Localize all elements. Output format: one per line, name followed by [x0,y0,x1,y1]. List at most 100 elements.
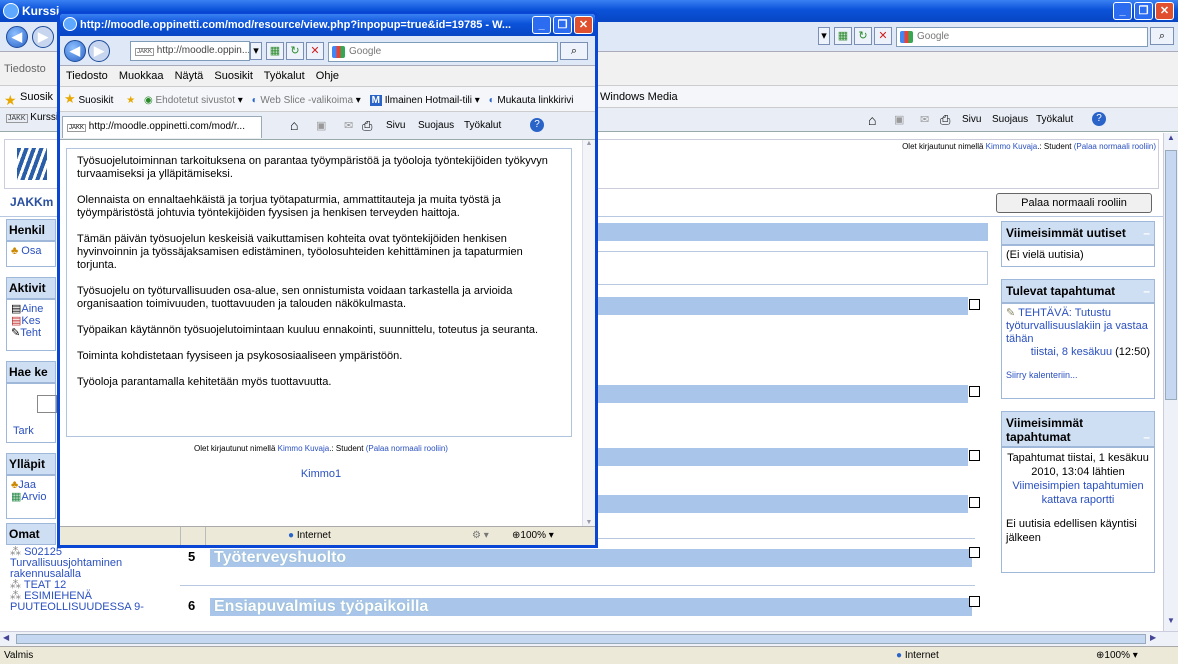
back-icon[interactable]: ◀ [64,40,86,62]
forum-search-input[interactable] [37,395,57,413]
forward-icon[interactable]: ▶ [88,40,110,62]
mail-icon[interactable]: ✉ [920,113,929,126]
protected-mode-icon[interactable]: ⚙ ▾ [472,527,489,545]
print-icon[interactable]: ⎙ [362,118,372,134]
section-checkbox[interactable] [969,497,980,508]
section-checkbox[interactable] [969,386,980,397]
course-item[interactable]: ⁂ S02125 Turvallisuusjohtaminen rakennus… [10,547,172,580]
safety-menu[interactable]: Suojaus [418,120,454,131]
page-menu[interactable]: Sivu [386,120,405,131]
advanced-search-link[interactable]: Tark [11,425,51,437]
feeds-icon[interactable]: ▣ [894,113,904,126]
compatibility-icon[interactable]: ▦ [834,27,852,45]
menu-help[interactable]: Ohje [316,70,339,82]
horizontal-scrollbar[interactable]: ◀ ▶ [0,631,1178,646]
popup-vertical-scrollbar[interactable]: ▲ ▼ [582,140,595,526]
hotmail-link[interactable]: Ilmainen Hotmail-tili [385,95,472,106]
maximize-button[interactable]: ❐ [1134,2,1153,20]
menu-view[interactable]: Näytä [175,70,204,82]
recent-report-link[interactable]: Viimeisimpien tapahtumien kattava raport… [1006,479,1150,507]
scroll-down-icon[interactable]: ▼ [1164,616,1178,631]
menu-file[interactable]: Tiedosto [66,70,108,82]
scroll-thumb[interactable] [16,634,1146,644]
tools-menu[interactable]: Työkalut [464,120,501,131]
collapse-icon[interactable]: – [1143,284,1150,298]
footer-course-link[interactable]: Kimmo1 [60,468,582,480]
compatibility-icon[interactable]: ▦ [266,42,284,60]
participants-link[interactable]: Osa [21,245,41,257]
address-dropdown-icon[interactable]: ▾ [250,42,262,60]
background-search-input[interactable]: Google [896,27,1148,47]
minimize-button[interactable]: _ [1113,2,1132,20]
menu-file[interactable]: Tiedosto [4,63,46,75]
stop-icon[interactable]: ✕ [874,27,892,45]
scroll-up-icon[interactable]: ▲ [1164,133,1178,148]
close-button[interactable]: ✕ [1155,2,1174,20]
popup-minimize-button[interactable]: _ [532,16,551,34]
admin-item[interactable]: ▦Arvio [11,491,51,503]
safety-menu[interactable]: Suojaus [992,114,1028,125]
home-icon[interactable]: ⌂ [290,117,298,133]
forward-icon[interactable]: ▶ [32,26,54,48]
feeds-icon[interactable]: ▣ [316,119,326,132]
menu-edit[interactable]: Muokkaa [119,70,164,82]
favorites-button[interactable]: Suosik [20,86,53,108]
refresh-icon[interactable]: ↻ [286,42,304,60]
customize-links[interactable]: Mukauta linkkirivi [497,95,573,106]
scroll-down-icon[interactable]: ▼ [583,519,595,526]
event-date[interactable]: tiistai, 8 kesäkuu [1031,346,1112,358]
section-checkbox[interactable] [969,299,980,310]
search-icon[interactable]: ⌕ [1150,27,1174,45]
return-role-button[interactable]: Palaa normaali rooliin [996,193,1152,213]
popup-search-input[interactable]: Google [328,42,558,62]
help-icon[interactable]: ? [1092,112,1106,126]
scroll-right-icon[interactable]: ▶ [1150,633,1156,642]
scroll-thumb[interactable] [1165,150,1177,400]
home-icon[interactable]: ⌂ [868,112,876,128]
popup-close-button[interactable]: ✕ [574,16,593,34]
scroll-left-icon[interactable]: ◀ [3,633,9,642]
course-item[interactable]: ⁂ ESIMIEHENÄ PUUTEOLLISUUDESSA 9- [10,591,172,613]
collapse-icon[interactable]: – [1143,226,1150,240]
webslice-link[interactable]: Web Slice -valikoima [260,95,353,106]
collapse-icon[interactable]: – [1143,430,1150,444]
add-favorite-icon[interactable]: ★ [126,95,135,106]
help-icon[interactable]: ? [530,118,544,132]
popup-window: http://moodle.oppinetti.com/mod/resource… [57,11,598,548]
popup-maximize-button[interactable]: ❐ [553,16,572,34]
activity-item[interactable]: ▤Aine [11,303,51,315]
tab-kurssi[interactable]: JAKK Kurssi [6,112,58,123]
print-icon[interactable]: ⎙ [940,112,950,128]
suggested-sites-link[interactable]: Ehdotetut sivustot [156,95,236,106]
fav-windows-media[interactable]: Windows Media [600,86,678,108]
return-role-link[interactable]: (Palaa normaali rooliin) [366,444,448,453]
vertical-scrollbar[interactable]: ▲ ▼ [1163,133,1178,631]
activity-item[interactable]: ▤Kes [11,315,51,327]
back-icon[interactable]: ◀ [6,26,28,48]
search-icon[interactable]: ⌕ [560,42,588,60]
stop-icon[interactable]: ✕ [306,42,324,60]
zoom-control[interactable]: ⊕100% ▾ [512,527,554,545]
zoom-control[interactable]: ⊕100% ▾ [1096,647,1138,664]
activity-item[interactable]: ✎Teht [11,327,51,339]
course-short-name[interactable]: JAKKm [10,195,53,209]
popup-tab[interactable]: JAKK http://moodle.oppinetti.com/mod/r..… [62,116,262,138]
upcoming-event[interactable]: ✎ TEHTÄVÄ: Tutustu työturvallisuuslakiin… [1006,307,1150,346]
menu-favorites[interactable]: Suosikit [214,70,253,82]
refresh-icon[interactable]: ↻ [854,27,872,45]
scroll-up-icon[interactable]: ▲ [583,140,595,147]
section-checkbox[interactable] [969,450,980,461]
mail-icon[interactable]: ✉ [344,119,353,132]
user-link[interactable]: Kimmo Kuvaja [278,444,330,453]
section-checkbox[interactable] [969,547,980,558]
section-checkbox[interactable] [969,596,980,607]
address-dropdown-icon[interactable]: ▾ [818,27,830,45]
calendar-link[interactable]: Siirry kalenteriin... [1006,369,1150,382]
tools-menu[interactable]: Työkalut [1036,114,1073,125]
menu-tools[interactable]: Työkalut [264,70,305,82]
popup-titlebar[interactable]: http://moodle.oppinetti.com/mod/resource… [60,14,595,36]
page-menu[interactable]: Sivu [962,114,981,125]
popup-url-field[interactable]: JAKK http://moodle.oppin... [130,41,250,61]
admin-item[interactable]: ♣Jaa [11,479,51,491]
favorites-button[interactable]: Suosikit [78,95,113,106]
